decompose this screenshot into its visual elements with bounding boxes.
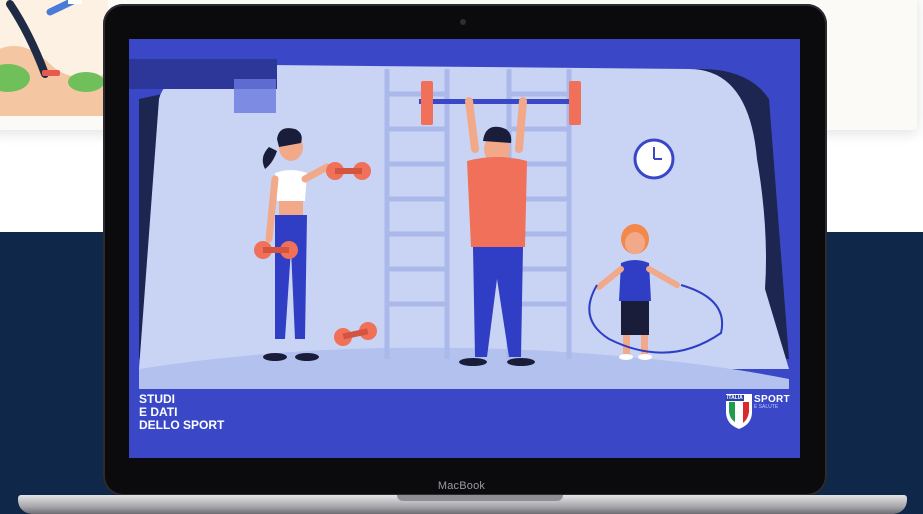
caption-line: DELLO SPORT bbox=[139, 418, 225, 432]
laptop-base bbox=[18, 495, 907, 514]
laptop-notch bbox=[397, 495, 563, 501]
sport-e-salute-logo: ITALIA SPORT E SALUTE bbox=[722, 392, 792, 432]
gym-illustration bbox=[129, 39, 800, 458]
video-screen[interactable] bbox=[129, 39, 800, 458]
background-illustration bbox=[0, 0, 108, 116]
video-caption: STUDI E DATI DELLO SPORT bbox=[139, 393, 224, 432]
laptop-model-label: MacBook bbox=[437, 480, 486, 492]
brand-badge: ITALIA bbox=[726, 395, 744, 401]
brand-subtitle: E SALUTE bbox=[754, 404, 779, 410]
webcam-icon bbox=[460, 19, 466, 25]
